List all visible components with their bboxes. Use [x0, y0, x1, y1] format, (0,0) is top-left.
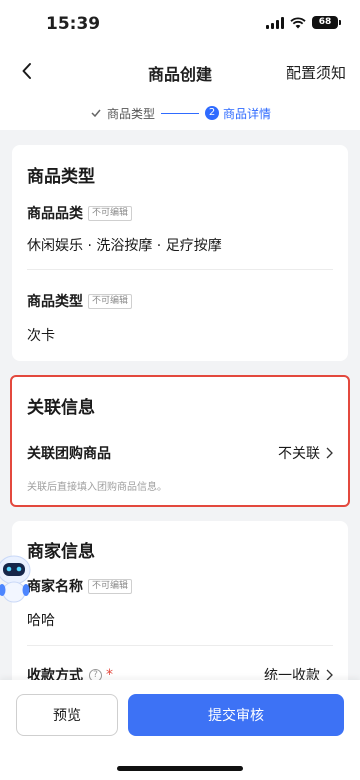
type-value: 次卡 — [27, 328, 55, 344]
nav-bar: 商品创建 配置须知 — [0, 46, 360, 96]
merchant-card: 商家信息 商家名称 不可编辑 哈哈 收款方式 ? * 统一收款 — [12, 521, 348, 691]
not-editable-tag: 不可编辑 — [88, 578, 133, 594]
step-2-number: 2 — [205, 106, 219, 120]
step-indicator: 商品类型 2 商品详情 — [0, 96, 360, 130]
not-editable-tag: 不可编辑 — [88, 205, 133, 221]
check-icon — [89, 106, 103, 120]
product-type-card: 商品类型 商品品类 不可编辑 休闲娱乐 · 洗浴按摩 · 足疗按摩 商品类型 不… — [12, 145, 348, 361]
product-type-section-title: 商品类型 — [27, 167, 95, 187]
merchant-name-field-label: 商家名称 不可编辑 — [27, 576, 133, 596]
status-icons: 68 — [266, 16, 341, 29]
linked-groupbuy-selector[interactable]: 不关联 — [278, 443, 333, 463]
chevron-right-icon — [326, 447, 333, 459]
step-1-label: 商品类型 — [106, 106, 155, 121]
status-bar: 15:39 68 — [0, 0, 360, 46]
config-notes-link[interactable]: 配置须知 — [286, 62, 346, 83]
category-field-label: 商品品类 不可编辑 — [27, 203, 133, 223]
step-2-label: 商品详情 — [223, 106, 272, 121]
battery-icon: 68 — [312, 16, 341, 29]
home-indicator — [117, 766, 243, 771]
type-field-label: 商品类型 不可编辑 — [27, 291, 133, 311]
linked-groupbuy-label: 关联团购商品 — [27, 446, 111, 462]
assistant-robot-icon[interactable] — [0, 552, 34, 604]
category-value: 休闲娱乐 · 洗浴按摩 · 足疗按摩 — [27, 238, 222, 254]
not-editable-tag: 不可编辑 — [88, 293, 133, 309]
type-label-text: 商品类型 — [27, 294, 83, 310]
category-label-text: 商品品类 — [27, 206, 83, 222]
divider — [27, 269, 333, 270]
submit-review-button[interactable]: 提交审核 — [128, 694, 344, 736]
status-time: 15:39 — [46, 14, 101, 34]
merchant-name-label-text: 商家名称 — [27, 579, 83, 595]
association-card: 关联信息 关联团购商品 不关联 关联后直接填入团购商品信息。 — [10, 375, 350, 507]
association-hint: 关联后直接填入团购商品信息。 — [27, 482, 167, 493]
divider — [27, 645, 333, 646]
merchant-name-value: 哈哈 — [27, 613, 55, 629]
signal-icon — [266, 16, 284, 29]
preview-button[interactable]: 预览 — [16, 694, 118, 736]
step-connector — [161, 112, 199, 114]
wifi-icon — [290, 16, 306, 28]
association-section-title: 关联信息 — [27, 398, 95, 418]
linked-groupbuy-value: 不关联 — [278, 446, 320, 462]
bottom-action-bar: 预览 提交审核 — [0, 680, 360, 780]
merchant-section-title: 商家信息 — [27, 542, 95, 562]
